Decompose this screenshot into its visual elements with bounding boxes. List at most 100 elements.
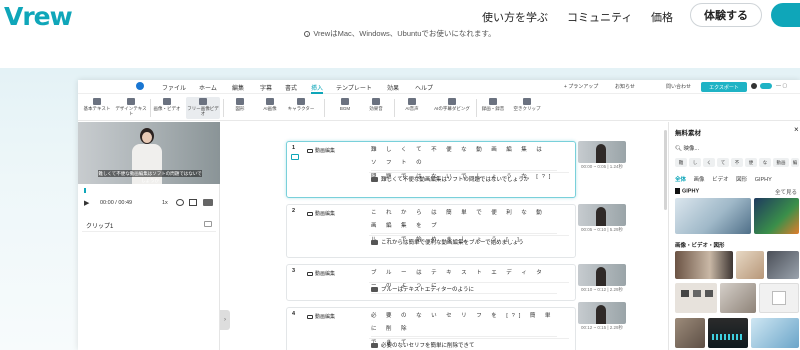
tool-ai-image[interactable]: AI画像: [253, 97, 287, 112]
tool-recording[interactable]: 録画・録音: [476, 97, 510, 112]
giphy-logo-icon: [675, 188, 680, 194]
row-checkbox[interactable]: [291, 154, 299, 160]
tab-shape[interactable]: 図形: [736, 177, 747, 183]
clip-row[interactable]: 2 動画編集 こ れ か ら は 簡 単 で 便 利 な 動 画 編 集 を プ…: [286, 204, 576, 258]
tool-ai-dubbing[interactable]: AIの字幕ダビング: [432, 97, 472, 112]
collapse-panel-button[interactable]: ›: [220, 310, 230, 330]
playhead[interactable]: [84, 188, 86, 193]
fullscreen-icon[interactable]: [189, 199, 197, 206]
design-text-icon: [127, 98, 135, 105]
plan-up-button[interactable]: + プランアップ: [564, 83, 598, 90]
keyword-chip[interactable]: し: [689, 158, 701, 167]
clip-thumbnail[interactable]: [578, 141, 626, 163]
menu-file[interactable]: ファイル: [162, 83, 186, 92]
keyword-chip[interactable]: 便: [745, 158, 757, 167]
asset-search[interactable]: 🔍︎ 映像...: [675, 144, 797, 154]
video-preview[interactable]: 難しくて不便な動画編集はソフトの問題ではないでしょうか: [78, 122, 220, 184]
menu-edit[interactable]: 編集: [232, 83, 244, 92]
keyword-chip[interactable]: く: [703, 158, 715, 167]
subtitle-line[interactable]: 難しくて不便な動画編集はソフトの問題ではないでしょうか: [371, 176, 557, 185]
vrew-logo[interactable]: Vrew: [4, 2, 73, 31]
clip-thumbnail[interactable]: [578, 204, 626, 226]
contact-button[interactable]: 問い合わせ: [666, 83, 691, 90]
media-thumbnail[interactable]: [751, 318, 799, 348]
tab-image[interactable]: 画像: [694, 177, 705, 183]
play-icon[interactable]: ▶: [84, 199, 89, 207]
tool-shape[interactable]: 図形: [223, 97, 257, 112]
menu-home[interactable]: ホーム: [199, 83, 217, 92]
media-thumbnail[interactable]: [675, 318, 705, 348]
speaker-label[interactable]: 動画編集: [307, 313, 335, 320]
editor-scrollbar[interactable]: [664, 130, 667, 210]
menu-template[interactable]: テンプレート: [336, 83, 372, 92]
subtitle-line[interactable]: ブルーはテキストエディターのように: [371, 286, 557, 295]
clip-time: 00:05 ~ 0:10 | 5.29秒: [580, 227, 624, 232]
theme-toggle[interactable]: [760, 83, 772, 89]
subtitle-icon: [371, 177, 378, 183]
media-thumbnail[interactable]: [675, 283, 717, 313]
clip-row[interactable]: 1 動画編集 難 し く て 不 便 な 動 画 編 集 は ソ フ ト の問 …: [286, 141, 576, 198]
menu-bar: ファイル ホーム 編集 字幕 書式 挿入 テンプレート 効果 ヘルプ + プラン…: [78, 80, 800, 94]
keyword-chip[interactable]: 難: [675, 158, 687, 167]
nav-learn[interactable]: 使い方を学ぶ: [482, 9, 548, 25]
media-thumbnail[interactable]: [759, 283, 799, 313]
clip-menu-icon[interactable]: [204, 221, 212, 227]
clip-row[interactable]: 3 動画編集 ブ ル ー は テ キ ス ト エ デ ィ タ ー の よ う に…: [286, 264, 576, 301]
notice-button[interactable]: お知らせ: [615, 83, 635, 90]
menu-insert[interactable]: 挿入: [311, 83, 324, 94]
giphy-thumbnail[interactable]: [675, 198, 751, 234]
menu-help[interactable]: ヘルプ: [415, 83, 433, 92]
tool-bgm[interactable]: BGM: [328, 97, 362, 112]
menu-effects[interactable]: 効果: [387, 83, 399, 92]
tool-image-video[interactable]: 画像・ビデオ: [150, 97, 184, 112]
window-controls[interactable]: — ▢: [776, 83, 796, 90]
pip-icon[interactable]: [203, 199, 213, 206]
experience-button[interactable]: 体験する: [690, 3, 762, 27]
media-thumbnail[interactable]: [736, 251, 764, 279]
theme-icon[interactable]: [751, 83, 757, 89]
tool-sound-effect[interactable]: 効果音: [359, 97, 393, 112]
close-icon[interactable]: ×: [794, 125, 799, 134]
speaker-label[interactable]: 動画編集: [307, 147, 335, 154]
row-number: 4: [292, 311, 296, 317]
export-button[interactable]: エクスポート: [701, 82, 747, 92]
keyword-chip[interactable]: て: [717, 158, 729, 167]
tool-ai-voice[interactable]: AI音声: [395, 97, 429, 112]
clip-thumbnail[interactable]: [578, 264, 626, 286]
menu-format[interactable]: 書式: [285, 83, 297, 92]
clip-row[interactable]: 4 動画編集 必 要 の な い セ リ フ を [?] 簡 単 に 削 除で …: [286, 307, 576, 350]
speaker-label[interactable]: 動画編集: [307, 210, 335, 217]
tab-video[interactable]: ビデオ: [712, 177, 729, 183]
tool-character[interactable]: キャラクター: [284, 97, 318, 112]
download-button[interactable]: [771, 3, 800, 27]
keyword-chip[interactable]: 不: [731, 158, 743, 167]
speed-button[interactable]: 1x: [162, 200, 168, 206]
media-thumbnail[interactable]: [767, 251, 799, 279]
tool-basic-text[interactable]: 基本テキスト: [80, 97, 114, 112]
media-thumbnail[interactable]: [708, 318, 748, 348]
tool-design-text[interactable]: デザインテキスト: [114, 97, 148, 117]
speaker-label[interactable]: 動画編集: [307, 270, 335, 277]
subtitle-icon: [371, 343, 378, 349]
media-thumbnail[interactable]: [720, 283, 756, 313]
keyword-chip[interactable]: 編: [791, 158, 799, 167]
nav-pricing[interactable]: 価格: [651, 9, 673, 25]
clip-item[interactable]: クリップ1: [82, 218, 216, 232]
keyword-chip[interactable]: な: [759, 158, 771, 167]
subtitle-line[interactable]: これからは簡単で便利な動画編集をブルーで始めましょう: [371, 239, 557, 248]
subtitle-line[interactable]: 必要のないセリフを簡単に削除できて: [371, 342, 557, 350]
keyword-chip[interactable]: 動画: [773, 158, 789, 167]
tab-giphy[interactable]: GIPHY: [755, 177, 772, 183]
text-icon: [93, 98, 101, 105]
camera-icon[interactable]: [176, 199, 184, 206]
menu-subtitle[interactable]: 字幕: [260, 83, 272, 92]
tool-free-media[interactable]: フリー画像ビデオ: [186, 97, 220, 119]
media-thumbnail[interactable]: [675, 251, 733, 279]
nav-community[interactable]: コミュニティ: [567, 9, 632, 25]
giphy-thumbnail[interactable]: [754, 198, 799, 234]
tab-all[interactable]: 全体: [675, 177, 686, 183]
clip-thumbnail[interactable]: [578, 302, 626, 324]
tool-empty-clip[interactable]: 空きクリップ: [510, 97, 544, 112]
see-all-link[interactable]: 全て見る: [775, 188, 797, 196]
account-icon[interactable]: [136, 82, 144, 90]
